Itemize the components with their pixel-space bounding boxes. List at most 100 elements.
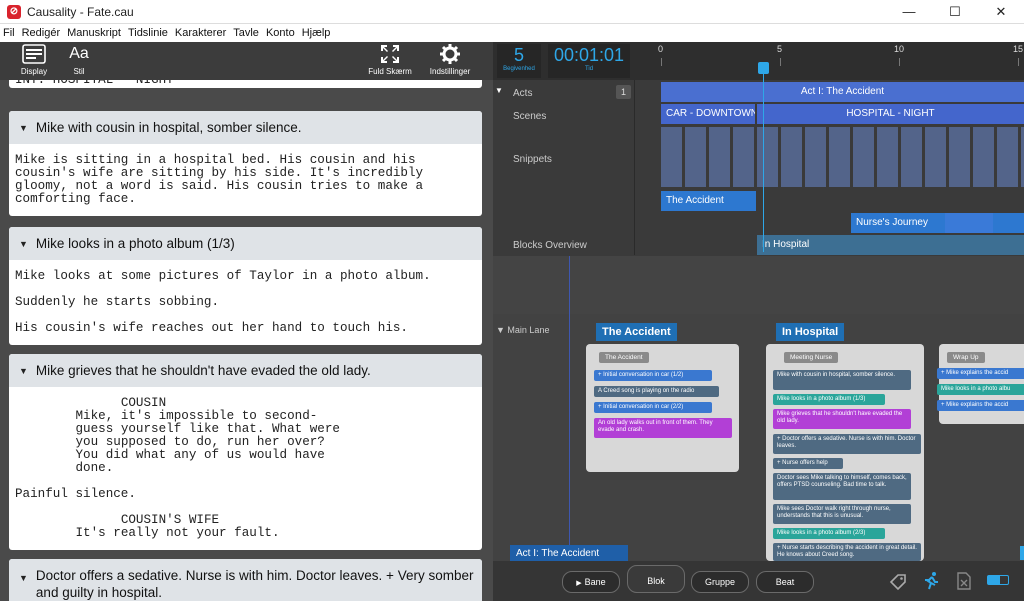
script-scroll-area[interactable]: INT. HOSPITAL - NIGHT ▼ Mike with cousin …: [0, 80, 493, 601]
group-wrap-up[interactable]: Wrap Up + Mike explains the accid Mike l…: [937, 344, 1024, 424]
card-header[interactable]: ▼ Doctor offers a sedative. Nurse is with…: [9, 559, 482, 601]
beat-card[interactable]: + Nurse offers help: [773, 458, 843, 469]
act-bar[interactable]: Act I: The Accident: [661, 82, 1024, 102]
card-title: Mike grieves that he shouldn't have evad…: [35, 363, 371, 378]
row-label-blocks: Blocks Overview: [513, 240, 587, 251]
card-body[interactable]: Mike looks at some pictures of Taylor in…: [9, 260, 482, 345]
tab-beat[interactable]: Beat: [756, 571, 814, 593]
collapse-triangle-icon[interactable]: ▼: [19, 366, 28, 376]
fullscreen-label: Fuld Skærm: [368, 67, 412, 76]
script-card[interactable]: ▼ Mike looks in a photo album (1/3) Mike …: [9, 227, 482, 345]
playhead-handle[interactable]: [758, 62, 769, 74]
toggle-switch[interactable]: [987, 575, 1009, 585]
script-paragraph: Mike is sitting in a hospital bed. His c…: [15, 153, 431, 206]
block-title-in-hospital[interactable]: In Hospital: [776, 323, 845, 341]
tab-blok[interactable]: Blok: [627, 565, 685, 593]
scene-bar-hospital[interactable]: HOSPITAL - NIGHT: [757, 104, 1024, 124]
beat-card[interactable]: + Mike explains the accid: [937, 368, 1024, 379]
menu-fil[interactable]: Fil: [3, 27, 15, 39]
toggle-fill: [988, 576, 1000, 584]
menu-manuskript[interactable]: Manuskript: [67, 27, 121, 39]
minimize-button[interactable]: —: [886, 0, 932, 24]
menu-karakterer[interactable]: Karakterer: [175, 27, 226, 39]
script-card[interactable]: ▼ Mike with cousin in hospital, somber si…: [9, 111, 482, 216]
ruler-tick-label: 0: [658, 44, 664, 54]
tag-icon[interactable]: [889, 573, 907, 591]
style-label: Stil: [73, 67, 85, 76]
tab-gruppe[interactable]: Gruppe: [691, 571, 749, 593]
tab-label: Blok: [647, 576, 665, 586]
script-card[interactable]: ▼ Doctor offers a sedative. Nurse is with…: [9, 559, 482, 601]
card-header[interactable]: ▼ Mike looks in a photo album (1/3): [9, 227, 482, 260]
menu-tidslinie[interactable]: Tidslinie: [128, 27, 168, 39]
block-title-the-accident[interactable]: The Accident: [596, 323, 677, 341]
ruler-tick: [780, 58, 781, 66]
beat-text: Mike with cousin in hospital, somber sil…: [777, 372, 896, 378]
text-style-icon: Aa: [69, 45, 89, 62]
scrollbar-indicator[interactable]: [1020, 546, 1024, 560]
style-button[interactable]: Aa Stil: [64, 44, 94, 76]
beat-card[interactable]: Mike looks in a photo album (2/3): [773, 528, 885, 539]
beat-card[interactable]: A Creed song is playing on the radio: [594, 386, 719, 397]
collapse-triangle-icon[interactable]: ▼: [19, 123, 28, 133]
tab-label: Gruppe: [704, 577, 736, 587]
settings-button[interactable]: Indstillinger: [427, 44, 473, 76]
ruler-tick: [1018, 58, 1019, 66]
time-ruler[interactable]: 0 5 10 15: [635, 42, 1024, 80]
collapse-triangle-icon[interactable]: ▼: [495, 86, 503, 95]
collapse-triangle-icon[interactable]: ▼: [19, 239, 28, 249]
row-label-scenes: Scenes: [513, 111, 547, 122]
group-the-accident[interactable]: The Accident + Initial conversation in c…: [586, 344, 739, 472]
menu-hjaelp[interactable]: Hjælp: [302, 27, 331, 39]
beat-card[interactable]: Mike looks in a photo album (1/3): [773, 394, 885, 405]
snippets-strip[interactable]: [661, 127, 1024, 187]
beat-card[interactable]: Mike grieves that he shouldn't have evad…: [773, 409, 911, 429]
fullscreen-button[interactable]: Fuld Skærm: [366, 44, 414, 76]
beat-card[interactable]: + Initial conversation in car (2/2): [594, 402, 712, 413]
playhead-line[interactable]: [763, 62, 764, 252]
card-body[interactable]: COUSIN Mike, it's impossible to second- …: [9, 387, 482, 550]
beat-card[interactable]: + Nurse starts describing the accident i…: [773, 543, 921, 561]
beat-text: A Creed song is playing on the radio: [598, 388, 695, 394]
ruler-tick: [899, 58, 900, 66]
running-figure-icon[interactable]: [921, 571, 941, 591]
beat-card[interactable]: + Initial conversation in car (1/2): [594, 370, 712, 381]
menu-rediger[interactable]: Redigér: [22, 27, 61, 39]
beat-card[interactable]: + Mike explains the accid: [937, 400, 1024, 411]
menu-konto[interactable]: Konto: [266, 27, 295, 39]
collapse-triangle-icon[interactable]: ▼: [496, 325, 507, 335]
block-bar-nurses-journey[interactable]: Nurse's Journey: [851, 213, 1024, 233]
collapse-triangle-icon[interactable]: ▼: [19, 570, 28, 587]
script-paragraph: Mike looks at some pictures of Taylor in…: [15, 269, 431, 283]
delete-document-icon[interactable]: [956, 572, 972, 590]
beat-card[interactable]: An old lady walks out in front of them. …: [594, 418, 732, 438]
beat-text: Mike explains the accid: [946, 370, 1009, 376]
script-card[interactable]: ▼ Mike grieves that he shouldn't have eva…: [9, 354, 482, 550]
act-label-bar[interactable]: Act I: The Accident: [510, 545, 628, 561]
time-counter: 00:01:01 Tid: [548, 44, 630, 78]
block-bar-in-hospital[interactable]: In Hospital: [757, 235, 1024, 255]
display-button[interactable]: Display: [18, 44, 50, 76]
tab-bane[interactable]: ▶ Bane: [562, 571, 620, 593]
group-meeting-nurse[interactable]: Meeting Nurse Mike with cousin in hospit…: [766, 344, 924, 561]
block-bar-the-accident[interactable]: The Accident: [661, 191, 756, 211]
close-button[interactable]: ✕: [978, 0, 1024, 24]
beat-card[interactable]: Doctor sees Mike talking to himself, com…: [773, 473, 911, 500]
block-bar-segment[interactable]: [945, 213, 993, 233]
beat-text: Mike explains the accid: [946, 402, 1009, 408]
beat-card[interactable]: + Doctor offers a sedative. Nurse is wit…: [773, 434, 921, 454]
ruler-tick: [661, 58, 662, 66]
card-header[interactable]: ▼ Mike with cousin in hospital, somber si…: [9, 111, 482, 144]
beat-card[interactable]: Mike looks in a photo albu: [937, 384, 1024, 395]
maximize-button[interactable]: ☐: [932, 0, 978, 24]
beat-card[interactable]: Mike with cousin in hospital, somber sil…: [773, 370, 911, 390]
card-header[interactable]: ▼ Mike grieves that he shouldn't have eva…: [9, 354, 482, 387]
block-board[interactable]: ▼ Main Lane The Accident In Hospital The…: [493, 256, 1024, 561]
main-lane-text: Main Lane: [507, 325, 550, 335]
beat-card[interactable]: Mike sees Doctor walk right through nurs…: [773, 504, 911, 524]
scene-bar-car[interactable]: CAR - DOWNTOWN: [661, 104, 755, 124]
group-title: The Accident: [599, 352, 649, 363]
app-window: ⊘ Causality - Fate.cau — ☐ ✕ Fil Redigér…: [0, 0, 1024, 601]
card-body[interactable]: Mike is sitting in a hospital bed. His c…: [9, 144, 482, 216]
menu-tavle[interactable]: Tavle: [233, 27, 259, 39]
